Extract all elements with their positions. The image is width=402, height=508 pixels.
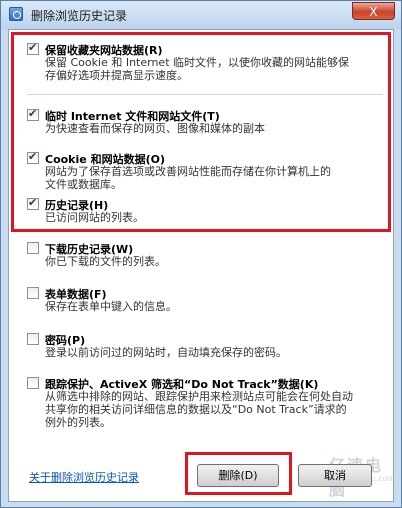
checkbox-cookies[interactable] — [27, 150, 39, 164]
checkbox-tracking-protection[interactable] — [27, 377, 39, 389]
dialog-content: 保留收藏夹网站数据(R) 保留 Cookie 和 Internet 临时文件，以… — [8, 29, 395, 502]
option-tracking-protection[interactable]: 跟踪保护、ActiveX 筛选和“Do Not Track”数据(K) 从筛选中… — [27, 376, 387, 432]
ie-app-icon — [9, 7, 23, 21]
checkbox-temp-files[interactable] — [27, 107, 39, 121]
option-description: 你已下载的文件的列表。 — [45, 255, 166, 268]
option-description: 为快速查看而保存的网页、图像和媒体的副本 — [45, 122, 265, 135]
option-preserve-favorites[interactable]: 保留收藏夹网站数据(R) 保留 Cookie 和 Internet 临时文件，以… — [27, 41, 387, 92]
close-button[interactable]: X — [352, 2, 395, 20]
checkbox-history[interactable] — [27, 196, 39, 210]
option-description: 已访问网站的列表。 — [45, 211, 144, 224]
option-description: 保留 Cookie 和 Internet 临时文件，以使你收藏的网站能够保 存偏… — [45, 56, 349, 82]
option-cookies[interactable]: Cookie 和网站数据(O) 网站为了保存首选项或改善网站性能而存储在你计算机… — [27, 150, 387, 195]
option-form-data[interactable]: 表单数据(F) 保存在表单中键入的信息。 — [27, 286, 387, 316]
checkbox-form-data[interactable] — [27, 287, 39, 299]
option-temp-files[interactable]: 临时 Internet 文件和网站文件(T) 为快速查看而保存的网页、图像和媒体… — [27, 107, 387, 142]
about-delete-history-link[interactable]: 关于删除浏览历史记录 — [29, 469, 139, 485]
delete-history-dialog: 删除浏览历史记录 X 保留收藏夹网站数据(R) 保留 Cookie 和 Inte… — [0, 0, 402, 508]
checkbox-preserve-favorites[interactable] — [27, 41, 39, 55]
window-title: 删除浏览历史记录 — [31, 9, 128, 23]
checkbox-passwords[interactable] — [27, 333, 39, 345]
option-description: 保存在表单中键入的信息。 — [45, 300, 177, 313]
option-download-history[interactable]: 下载历史记录(W) 你已下载的文件的列表。 — [27, 241, 387, 271]
title-bar: 删除浏览历史记录 X — [1, 1, 401, 29]
option-history[interactable]: 历史记录(H) 已访问网站的列表。 — [27, 196, 387, 227]
option-passwords[interactable]: 密码(P) 登录以前访问过的网站时，自动填充保存的密码。 — [27, 332, 387, 362]
option-description: 从筛选中排除的网站、跟踪保护用来检测站点可能会在何处自动 共享你的相关访问详细信… — [45, 390, 353, 429]
cancel-button[interactable]: 取消 — [298, 464, 372, 487]
option-description: 登录以前访问过的网站时，自动填充保存的密码。 — [45, 346, 287, 359]
delete-button[interactable]: 删除(D) — [197, 464, 279, 487]
checkbox-download-history[interactable] — [27, 242, 39, 254]
separator — [27, 94, 383, 95]
option-description: 网站为了保存首选项或改善网站性能而存储在你计算机上的 文件或数据库。 — [45, 165, 331, 191]
